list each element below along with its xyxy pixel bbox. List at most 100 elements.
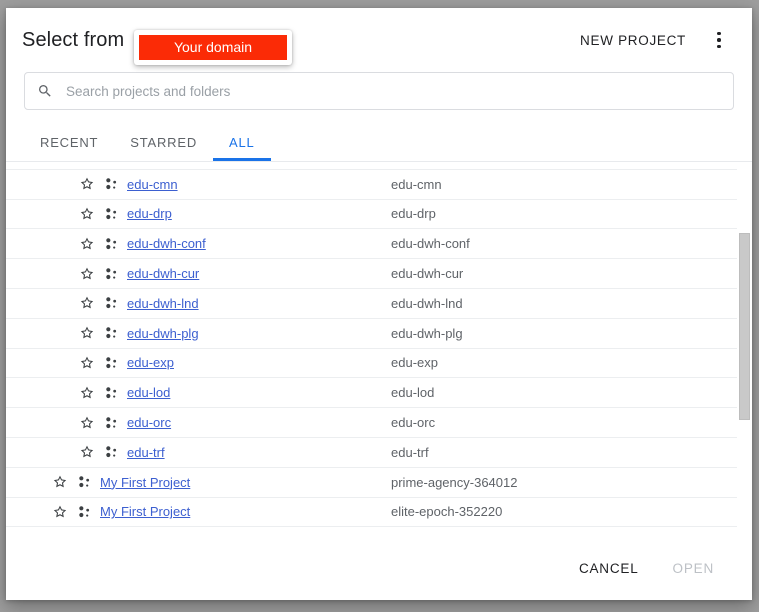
row-name-cell: edu-dwh-plg xyxy=(6,325,391,341)
project-icon xyxy=(106,357,117,369)
page-title: Select from xyxy=(22,28,125,51)
kebab-dot-2 xyxy=(717,38,721,42)
domain-chip-label[interactable]: Your domain xyxy=(139,35,287,60)
project-icon xyxy=(79,476,90,488)
kebab-dot-3 xyxy=(717,44,721,49)
table-row[interactable]: edu-dwh-plg edu-dwh-plg xyxy=(6,319,752,349)
project-name-link[interactable]: edu-cmn xyxy=(127,177,178,192)
project-name-link[interactable]: edu-dwh-plg xyxy=(127,326,199,341)
project-id-label: edu-dwh-lnd xyxy=(391,295,463,311)
project-name-link[interactable]: My First Project xyxy=(100,504,190,519)
project-icon xyxy=(106,178,117,190)
table-row[interactable]: edu-trf edu-trf xyxy=(6,438,752,468)
project-name-link[interactable]: edu-orc xyxy=(127,415,171,430)
project-id-label: edu-dwh-conf xyxy=(391,236,470,252)
star-icon[interactable] xyxy=(79,266,95,282)
project-name-link[interactable]: edu-drp xyxy=(127,206,172,221)
domain-selector-card[interactable]: Your domain xyxy=(134,30,292,65)
tab-recent[interactable]: RECENT xyxy=(24,126,114,161)
star-icon[interactable] xyxy=(52,504,68,520)
project-icon xyxy=(79,506,90,518)
star-icon[interactable] xyxy=(79,206,95,222)
new-project-button[interactable]: NEW PROJECT xyxy=(576,27,690,54)
search-box[interactable] xyxy=(24,72,734,110)
table-row[interactable]: edu-cmn edu-cmn xyxy=(6,170,752,200)
project-list: edu-cmn edu-cmn edu-drp edu-drp edu-dwh-conf… xyxy=(6,162,752,528)
vertical-scrollbar[interactable] xyxy=(737,162,752,536)
kebab-dot-1 xyxy=(717,31,721,36)
row-name-cell: edu-dwh-cur xyxy=(6,266,391,282)
header-actions: NEW PROJECT xyxy=(576,27,734,54)
star-icon[interactable] xyxy=(52,474,68,490)
project-name-link[interactable]: edu-lod xyxy=(127,385,170,400)
kebab-menu-icon[interactable] xyxy=(708,27,730,53)
project-id-label: edu-cmn xyxy=(391,176,442,192)
table-row[interactable]: edu-dwh-cur edu-dwh-cur xyxy=(6,259,752,289)
star-icon[interactable] xyxy=(79,444,95,460)
table-row[interactable]: My First Project prime-agency-364012 xyxy=(6,468,752,498)
star-icon[interactable] xyxy=(79,295,95,311)
project-name-link[interactable]: My First Project xyxy=(100,475,190,490)
star-icon[interactable] xyxy=(79,385,95,401)
project-name-link[interactable]: edu-trf xyxy=(127,445,165,460)
project-id-label: elite-epoch-352220 xyxy=(391,504,503,520)
project-name-link[interactable]: edu-dwh-cur xyxy=(127,266,199,281)
project-list-scroll: edu-cmn edu-cmn edu-drp edu-drp edu-dwh-conf… xyxy=(6,162,752,536)
open-button[interactable]: OPEN xyxy=(669,553,718,584)
dialog-header: Select from Your domain NEW PROJECT xyxy=(6,8,752,72)
project-id-label: edu-dwh-cur xyxy=(391,266,464,282)
star-icon[interactable] xyxy=(79,355,95,371)
row-name-cell: edu-trf xyxy=(6,444,391,460)
project-icon xyxy=(106,446,117,458)
row-name-cell: edu-dwh-lnd xyxy=(6,295,391,311)
project-icon xyxy=(106,208,117,220)
star-icon[interactable] xyxy=(79,325,95,341)
project-picker-dialog: Select from Your domain NEW PROJECT RECE… xyxy=(6,8,752,600)
table-row[interactable]: My First Project elite-epoch-352220 xyxy=(6,498,752,528)
project-name-link[interactable]: edu-dwh-lnd xyxy=(127,296,199,311)
table-row[interactable]: edu-drp edu-drp xyxy=(6,200,752,230)
star-icon[interactable] xyxy=(79,415,95,431)
tab-bar: RECENT STARRED ALL xyxy=(6,126,752,161)
tab-all[interactable]: ALL xyxy=(213,126,271,161)
row-name-cell: edu-cmn xyxy=(6,176,391,192)
row-name-cell: edu-exp xyxy=(6,355,391,371)
table-row[interactable]: edu-exp edu-exp xyxy=(6,349,752,379)
table-row[interactable]: edu-dwh-conf edu-dwh-conf xyxy=(6,229,752,260)
project-icon xyxy=(106,416,117,428)
project-icon xyxy=(106,267,117,279)
scrollbar-thumb[interactable] xyxy=(739,233,750,421)
project-icon xyxy=(106,327,117,339)
cancel-button[interactable]: CANCEL xyxy=(575,553,643,584)
project-id-label: edu-trf xyxy=(391,444,429,460)
star-icon[interactable] xyxy=(79,236,95,252)
project-id-label: edu-orc xyxy=(391,415,436,431)
project-icon xyxy=(106,297,117,309)
project-name-link[interactable]: edu-dwh-conf xyxy=(127,236,206,251)
project-id-label: edu-lod xyxy=(391,385,435,401)
row-name-cell: My First Project xyxy=(6,474,391,490)
table-row[interactable]: edu-dwh-lnd edu-dwh-lnd xyxy=(6,289,752,319)
project-id-label: edu-drp xyxy=(391,206,436,222)
row-name-cell: edu-orc xyxy=(6,415,391,431)
project-icon xyxy=(106,387,117,398)
star-icon[interactable] xyxy=(79,176,95,192)
search-input[interactable] xyxy=(64,82,721,100)
table-row[interactable]: edu-orc edu-orc xyxy=(6,408,752,438)
table-row[interactable]: edu-lod edu-lod xyxy=(6,378,752,409)
project-name-link[interactable]: edu-exp xyxy=(127,355,174,370)
tab-starred[interactable]: STARRED xyxy=(114,126,213,161)
row-name-cell: edu-drp xyxy=(6,206,391,222)
search-icon xyxy=(39,85,51,97)
project-id-label: edu-dwh-plg xyxy=(391,325,463,341)
project-list-region: edu-cmn edu-cmn edu-drp edu-drp edu-dwh-conf… xyxy=(6,161,752,536)
dialog-footer: CANCEL OPEN xyxy=(6,536,752,600)
table-row[interactable] xyxy=(6,162,752,170)
row-name-cell: My First Project xyxy=(6,504,391,520)
search-section xyxy=(6,72,752,110)
project-id-label: edu-exp xyxy=(391,355,438,371)
row-name-cell: edu-lod xyxy=(6,385,391,401)
project-id-label: prime-agency-364012 xyxy=(391,474,518,490)
project-icon xyxy=(106,238,117,249)
row-name-cell: edu-dwh-conf xyxy=(6,236,391,252)
